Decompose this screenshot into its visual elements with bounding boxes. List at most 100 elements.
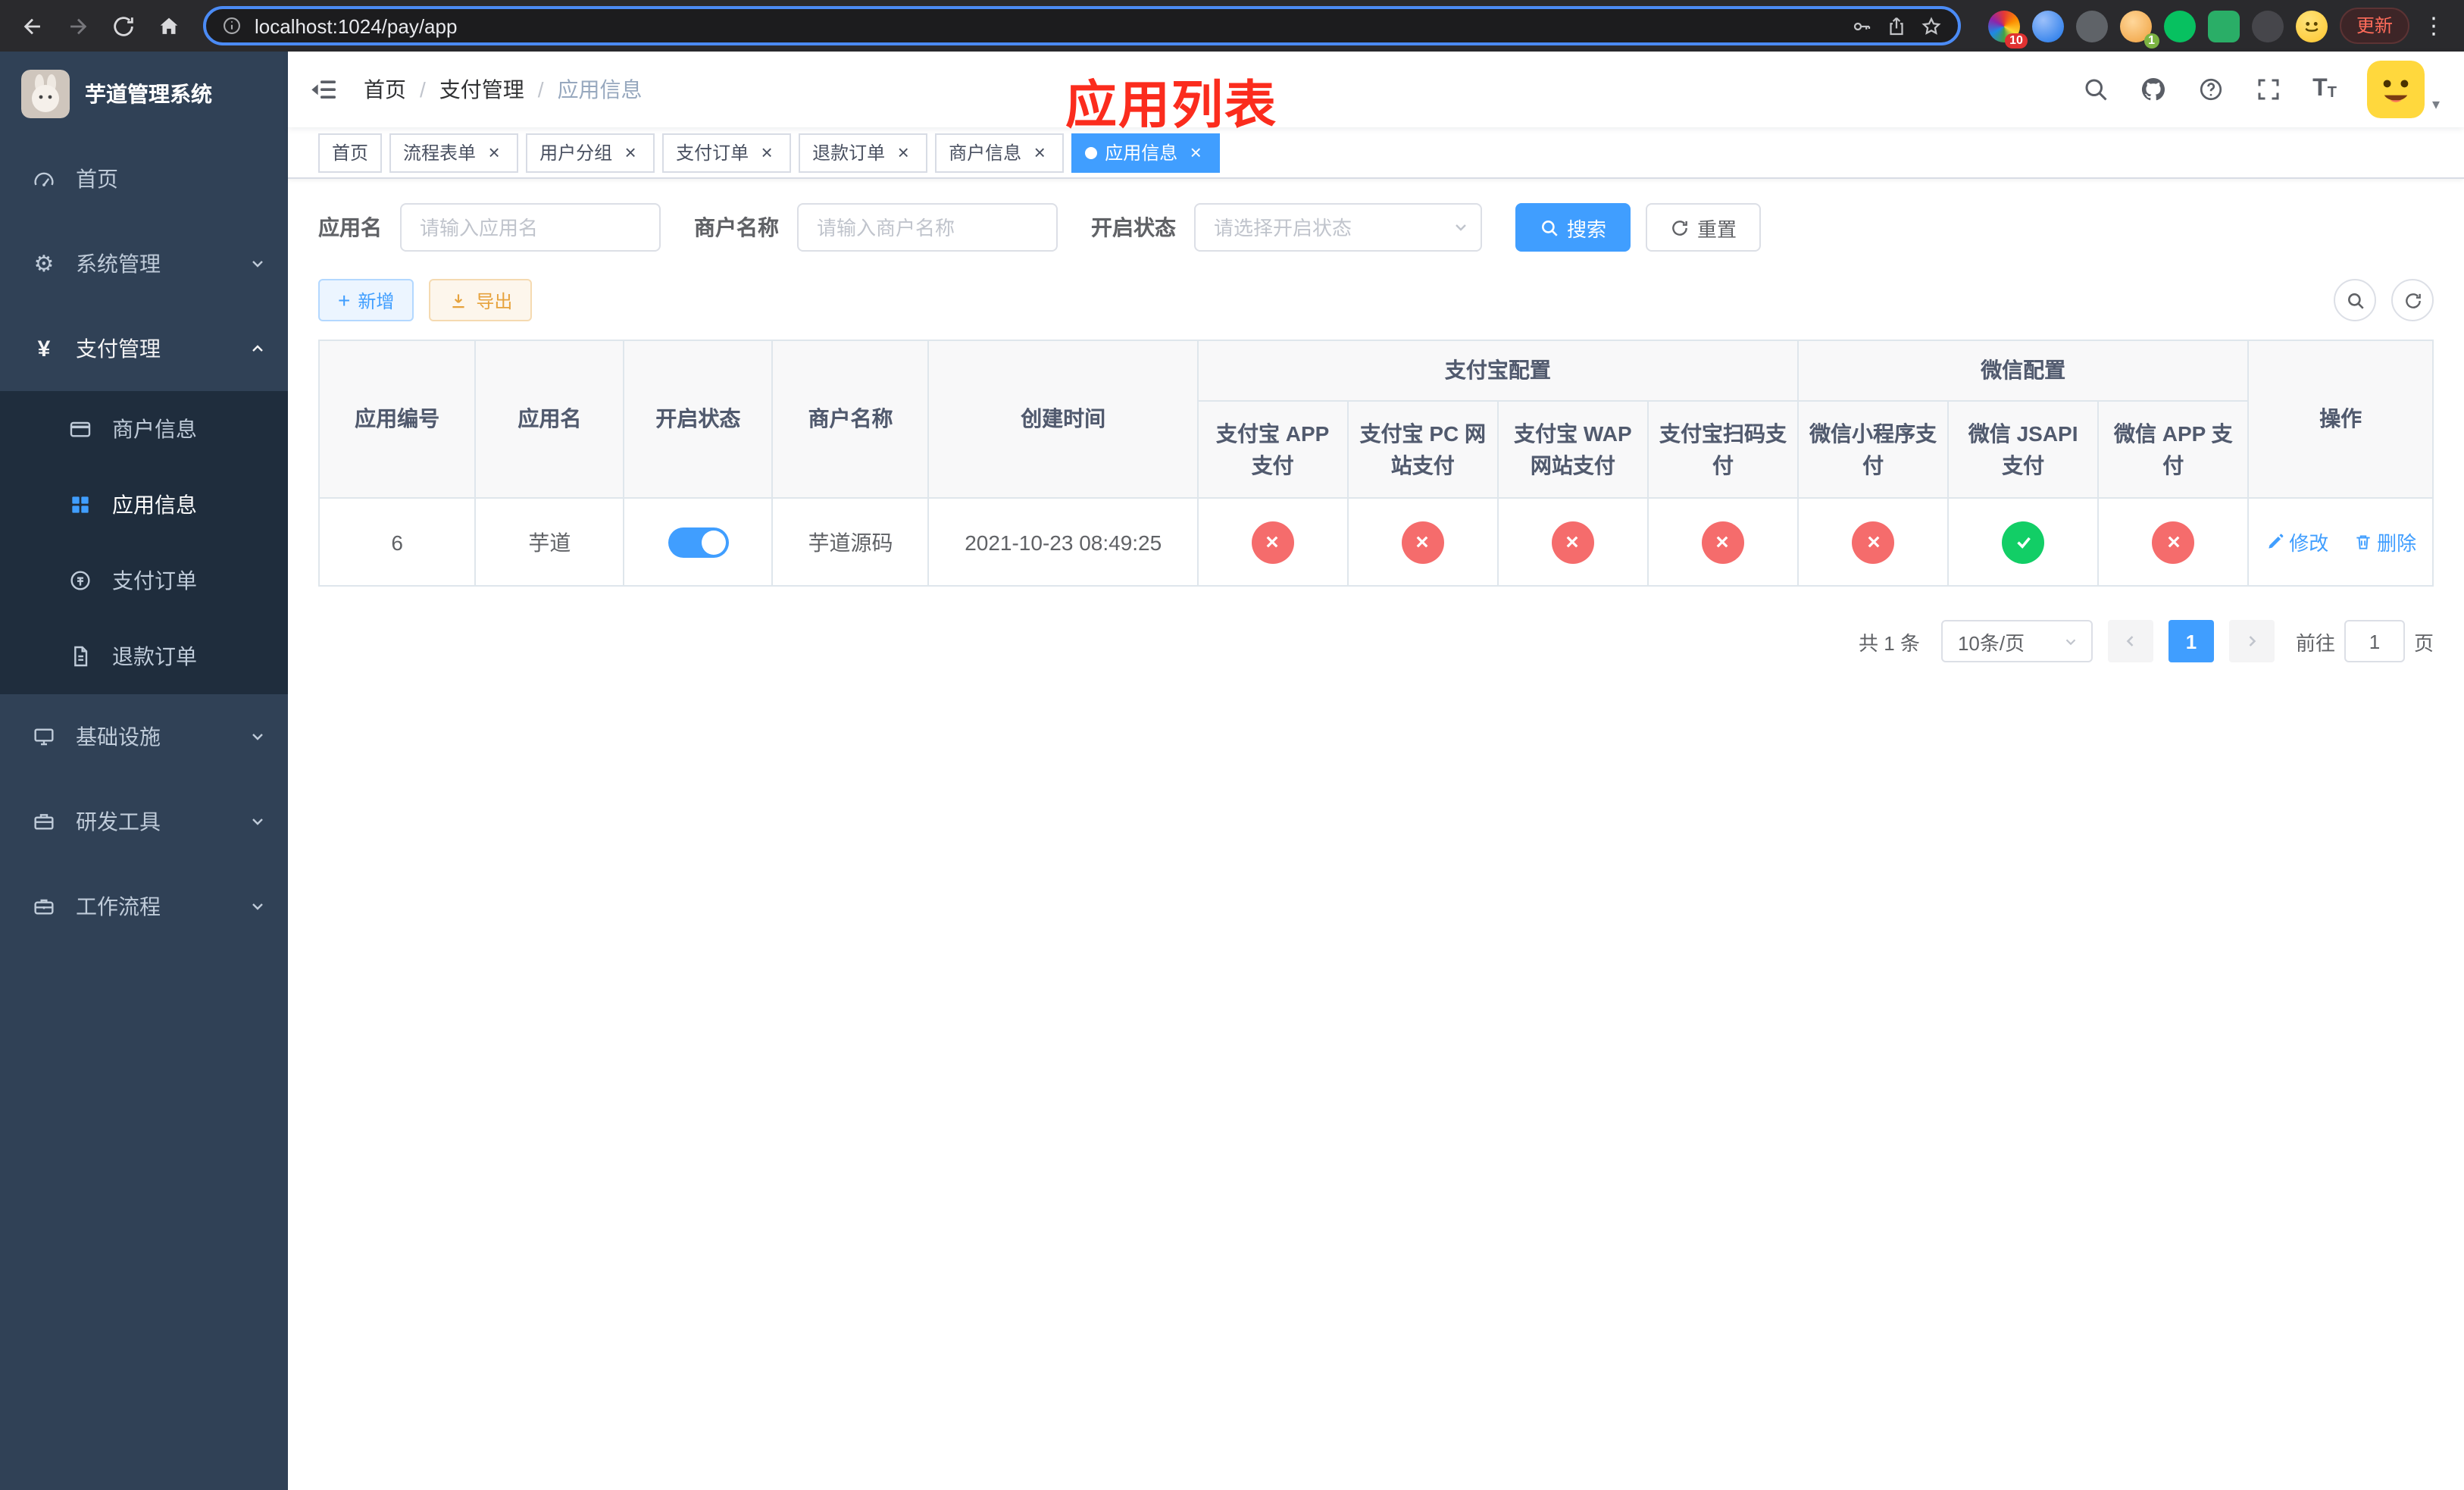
tag-user-group[interactable]: 用户分组 ×: [526, 133, 655, 172]
tags-view-bar: 首页 流程表单 × 用户分组 × 支付订单 × 退款订单 × 商户信息 × 应用…: [288, 127, 2464, 179]
home-icon[interactable]: [149, 6, 188, 45]
user-avatar[interactable]: ▾: [2366, 61, 2440, 118]
cell-actions: 修改 删除: [2247, 497, 2434, 587]
extension-avatar-icon[interactable]: 1: [2119, 10, 2159, 48]
merchant-name-input[interactable]: [797, 203, 1058, 252]
total-count: 共 1 条: [1859, 631, 1920, 654]
sidebar-item-label: 工作流程: [76, 894, 161, 919]
chevron-up-icon: [249, 340, 267, 358]
next-page-button[interactable]: [2228, 620, 2275, 662]
extension-pin-icon[interactable]: [2251, 10, 2284, 42]
extension-blue-drop-icon[interactable]: [2031, 10, 2064, 42]
extension-colorwheel-icon[interactable]: 10: [1987, 10, 2028, 48]
page-jump: 前往 页: [2296, 620, 2434, 662]
page-jump-input[interactable]: [2344, 620, 2405, 662]
toggle-search-button[interactable]: [2334, 279, 2376, 321]
page-number-current[interactable]: 1: [2168, 620, 2214, 662]
status-switch[interactable]: [668, 527, 729, 557]
bookmark-star-icon[interactable]: [1920, 14, 1943, 37]
reload-icon[interactable]: [103, 6, 142, 45]
extension-emoji-icon[interactable]: [2295, 10, 2328, 42]
sidebar-item-app-info[interactable]: 应用信息: [0, 467, 288, 543]
sidebar-item-label: 退款订单: [112, 644, 197, 668]
tag-merchant-info[interactable]: 商户信息 ×: [935, 133, 1065, 172]
breadcrumb-home[interactable]: 首页: [364, 74, 406, 105]
share-icon[interactable]: [1885, 14, 1908, 37]
url-bar[interactable]: localhost:1024/pay/app: [203, 6, 1961, 45]
table-toolbar: + 新增 导出: [318, 279, 2434, 321]
document-icon: [67, 644, 94, 668]
sidebar-item-refund-order[interactable]: 退款订单: [0, 618, 288, 694]
chevron-down-icon: [2062, 633, 2079, 650]
status-mark: [1551, 521, 1594, 563]
sidebar-item-system[interactable]: ⚙ 系统管理: [0, 221, 288, 306]
close-icon[interactable]: ×: [1029, 141, 1050, 163]
extensions-area: 10 1 更新 ⋮: [1987, 8, 2446, 48]
tag-refund-order[interactable]: 退款订单 ×: [799, 133, 928, 172]
close-icon[interactable]: ×: [1185, 141, 1206, 163]
close-icon[interactable]: ×: [620, 141, 641, 163]
extension-green-square-icon[interactable]: [2207, 10, 2240, 42]
reset-button[interactable]: 重置: [1646, 203, 1762, 252]
chevron-down-icon: [249, 812, 267, 831]
sidebar-item-payment[interactable]: ¥ 支付管理: [0, 306, 288, 391]
header-search-icon[interactable]: [2082, 76, 2109, 103]
app-frame: 芋道管理系统 首页 ⚙ 系统管理 ¥ 支付管理 商户信息 应用信息 支付订单 退…: [0, 52, 2464, 1490]
help-icon[interactable]: [2197, 76, 2225, 103]
tag-home[interactable]: 首页: [318, 133, 383, 172]
sidebar-collapse-icon[interactable]: [309, 74, 339, 105]
browser-update-button[interactable]: 更新: [2339, 8, 2409, 44]
breadcrumb-separator: /: [420, 77, 426, 102]
breadcrumb-payment[interactable]: 支付管理: [439, 74, 524, 105]
tag-pay-order[interactable]: 支付订单 ×: [662, 133, 792, 172]
close-icon[interactable]: ×: [756, 141, 777, 163]
grid-icon: [67, 493, 94, 517]
font-size-icon[interactable]: TT: [2312, 77, 2337, 102]
browser-menu-icon[interactable]: ⋮: [2422, 12, 2446, 39]
cell-app-id: 6: [317, 497, 477, 587]
cell-merchant: 芋道源码: [771, 497, 930, 587]
tag-process-form[interactable]: 流程表单 ×: [389, 133, 519, 172]
sidebar-item-pay-order[interactable]: 支付订单: [0, 543, 288, 618]
page-content: 应用名 商户名称 开启状态: [288, 179, 2464, 1490]
breadcrumb-current: 应用信息: [557, 77, 643, 102]
delete-link[interactable]: 删除: [2353, 527, 2416, 556]
yen-icon: ¥: [37, 336, 51, 362]
col-group-alipay: 支付宝配置: [1196, 340, 1800, 402]
extension-dark-globe-icon[interactable]: [2075, 10, 2108, 42]
sidebar-item-merchant-info[interactable]: 商户信息: [0, 391, 288, 467]
page-size-select[interactable]: 10条/页: [1940, 620, 2093, 662]
status-select[interactable]: [1194, 203, 1482, 252]
sidebar-item-infrastructure[interactable]: 基础设施: [0, 694, 288, 779]
tag-app-info[interactable]: 应用信息 ×: [1071, 133, 1221, 172]
back-icon[interactable]: [12, 6, 52, 45]
cell-wechat-lite: [1797, 497, 1950, 587]
col-app-id: 应用编号: [317, 340, 477, 499]
extension-badge: 10: [2005, 33, 2028, 48]
sidebar-item-home[interactable]: 首页: [0, 136, 288, 221]
browser-chrome: localhost:1024/pay/app 10 1 更新 ⋮: [0, 0, 2464, 52]
close-icon[interactable]: ×: [483, 141, 505, 163]
sidebar-item-workflow[interactable]: 工作流程: [0, 864, 288, 949]
forward-icon[interactable]: [58, 6, 97, 45]
extension-wechat-icon[interactable]: [2163, 10, 2196, 42]
page-title: 应用列表: [1065, 77, 1277, 135]
url-text[interactable]: localhost:1024/pay/app: [255, 14, 1838, 37]
fullscreen-icon[interactable]: [2255, 76, 2282, 103]
export-button[interactable]: 导出: [429, 279, 533, 321]
password-key-icon[interactable]: [1850, 14, 1873, 37]
edit-link[interactable]: 修改: [2265, 527, 2328, 556]
prev-page-button[interactable]: [2107, 620, 2153, 662]
monitor-icon: [30, 725, 58, 749]
sidebar-item-label: 支付管理: [76, 337, 161, 361]
chevron-down-icon: [249, 897, 267, 916]
site-info-icon[interactable]: [221, 15, 242, 36]
refresh-button[interactable]: [2391, 279, 2434, 321]
table-row: 6 芋道 芋道源码 2021-10-23 08:49:25 修改 删除: [317, 497, 2434, 587]
add-button[interactable]: + 新增: [318, 279, 414, 321]
close-icon[interactable]: ×: [893, 141, 914, 163]
search-button[interactable]: 搜索: [1515, 203, 1631, 252]
app-name-input[interactable]: [400, 203, 661, 252]
sidebar-item-dev-tools[interactable]: 研发工具: [0, 779, 288, 864]
github-icon[interactable]: [2140, 76, 2167, 103]
